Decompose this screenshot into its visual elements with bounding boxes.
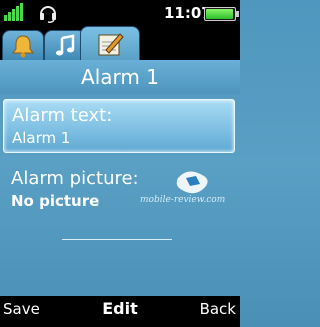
music-note-icon xyxy=(56,34,75,56)
alarm-text-label: Alarm text: xyxy=(12,105,113,126)
status-bar: 11:07 xyxy=(0,0,240,26)
divider xyxy=(62,239,172,240)
notepad-icon xyxy=(98,33,124,56)
bell-icon xyxy=(12,35,34,58)
alarm-text-value: Alarm 1 xyxy=(12,129,71,147)
alarm-text-field[interactable]: Alarm text: Alarm 1 xyxy=(3,99,235,153)
battery-icon xyxy=(204,7,239,21)
tab-alarm-sound[interactable] xyxy=(2,30,44,61)
tab-bar xyxy=(0,26,240,61)
signal-icon xyxy=(4,3,23,21)
back-softkey[interactable]: Back xyxy=(200,300,236,318)
mobile-review-logo xyxy=(176,171,208,194)
page-title: Alarm 1 xyxy=(0,60,240,94)
softkey-bar: Save Edit Back xyxy=(0,296,240,327)
headset-icon xyxy=(40,6,56,23)
tab-alarm-text[interactable] xyxy=(80,26,140,61)
alarm-picture-label: Alarm picture: xyxy=(11,168,139,189)
battery-level xyxy=(206,9,233,19)
watermark-text: mobile-review.com xyxy=(140,195,226,205)
alarm-picture-value: No picture xyxy=(11,192,100,210)
